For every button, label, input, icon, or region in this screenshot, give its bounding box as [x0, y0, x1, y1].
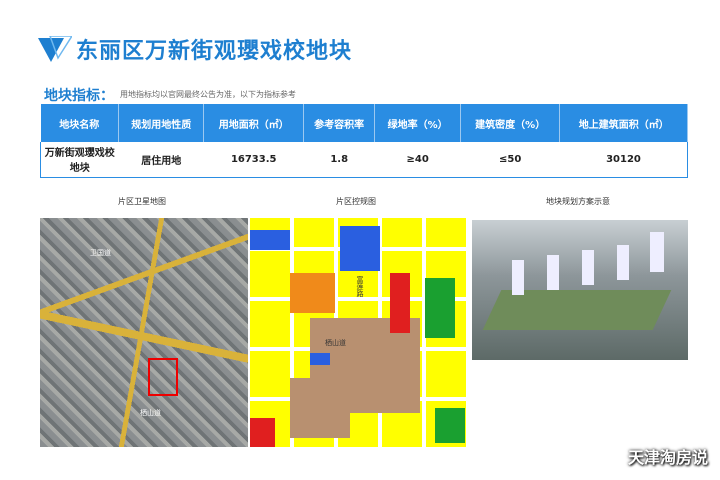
watermark: 天津淘房说	[627, 448, 708, 467]
caption-control: 片区控规图	[336, 197, 376, 206]
road-label: 栖山道	[325, 339, 346, 347]
column-header: 参考容积率	[303, 104, 376, 142]
road-label: 富莲路	[356, 276, 364, 297]
site-plan-render-image	[472, 220, 688, 360]
table-cell: 30120	[559, 142, 688, 178]
section-note: 用地指标均以官网最终公告为准，以下为指标参考	[120, 90, 296, 99]
table-cell: ≤50	[460, 142, 560, 178]
column-header: 绿地率（%）	[374, 104, 461, 142]
column-header: 地上建筑面积（㎡）	[559, 104, 688, 142]
plot-outline	[148, 358, 178, 396]
table-header-row: 地块名称 规划用地性质 用地面积（㎡） 参考容积率 绿地率（%） 建筑密度（%）…	[40, 104, 688, 142]
caption-render: 地块规划方案示意	[546, 197, 610, 206]
control-plan-image: 富莲路 栖山道	[250, 218, 468, 447]
page-title: 东丽区万新街观瓔戏校地块	[76, 39, 353, 64]
column-header: 规划用地性质	[118, 104, 205, 142]
column-header: 用地面积（㎡）	[203, 104, 304, 142]
table-cell: 16733.5	[203, 142, 304, 178]
table-cell: 万新街观瓔戏校地块	[40, 142, 119, 178]
satellite-map-image: 卫国道 栖山道	[40, 218, 248, 447]
table-cell: 1.8	[303, 142, 375, 178]
column-header: 建筑密度（%）	[460, 104, 561, 142]
column-header: 地块名称	[40, 104, 119, 142]
road-label: 栖山道	[140, 409, 161, 417]
indicator-table: 地块名称 规划用地性质 用地面积（㎡） 参考容积率 绿地率（%） 建筑密度（%）…	[40, 104, 688, 178]
title-triangle-icon	[38, 36, 72, 62]
caption-satellite: 片区卫星地图	[118, 197, 166, 206]
table-cell: 居住用地	[118, 142, 204, 178]
table-row: 万新街观瓔戏校地块 居住用地 16733.5 1.8 ≥40 ≤50 30120	[40, 142, 688, 178]
road-label: 卫国道	[90, 249, 111, 257]
table-cell: ≥40	[374, 142, 461, 178]
section-label: 地块指标：	[44, 88, 114, 104]
